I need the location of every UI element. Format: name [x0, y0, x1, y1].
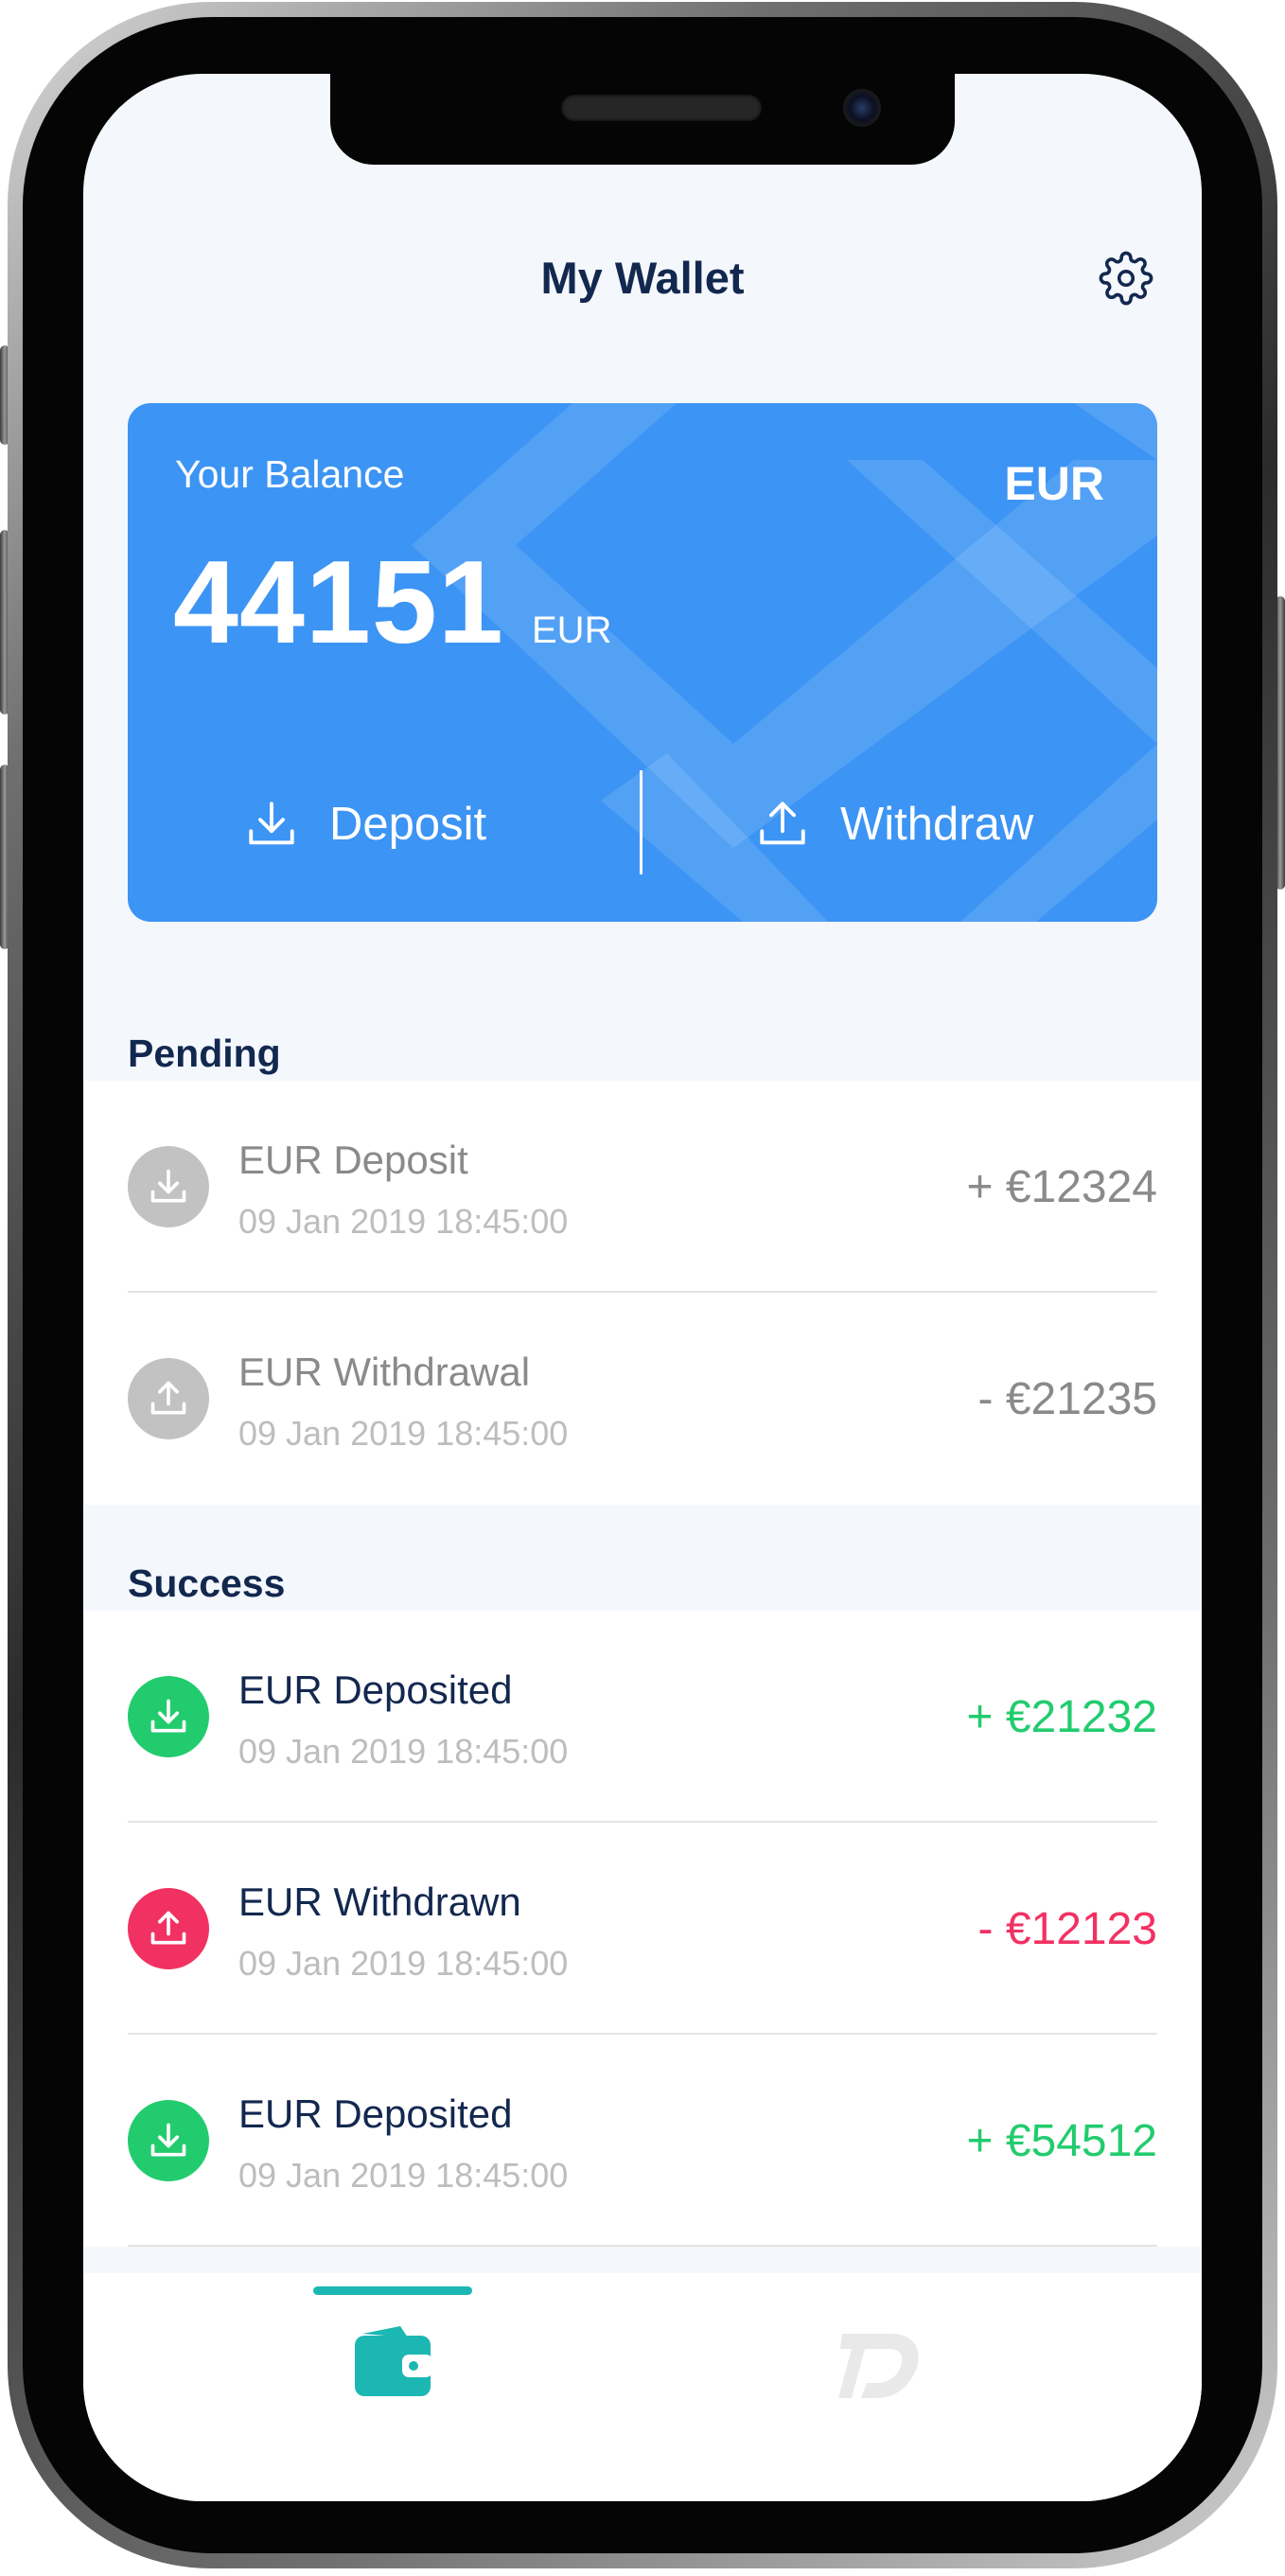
deposit-button[interactable]: Deposit	[244, 791, 486, 857]
transaction-date: 09 Jan 2019 18:45:00	[238, 1944, 569, 1983]
nav-tab-td[interactable]	[838, 2328, 920, 2402]
transaction-date: 09 Jan 2019 18:45:00	[238, 1732, 569, 1771]
page-title: My Wallet	[540, 253, 745, 303]
transaction-amount: + €54512	[966, 2116, 1157, 2166]
pending-list: EUR Deposit 09 Jan 2019 18:45:00 + €1232…	[83, 1081, 1202, 1505]
transaction-row[interactable]: EUR Deposit 09 Jan 2019 18:45:00 + €1232…	[83, 1081, 1202, 1293]
balance-card: Your Balance EUR 44151 EUR Deposit Withd…	[128, 403, 1157, 922]
transaction-title: EUR Withdrawn	[238, 1879, 521, 1924]
transaction-row[interactable]: EUR Withdrawal 09 Jan 2019 18:45:00 - €2…	[83, 1293, 1202, 1505]
upload-icon	[760, 802, 805, 845]
transaction-icon-badge	[128, 1358, 209, 1439]
wallet-icon	[355, 2326, 432, 2396]
success-list: EUR Deposited 09 Jan 2019 18:45:00 + €21…	[83, 1611, 1202, 2247]
transaction-date: 09 Jan 2019 18:45:00	[238, 1202, 569, 1241]
transaction-date: 09 Jan 2019 18:45:00	[238, 1414, 569, 1453]
transaction-icon-badge	[128, 1676, 209, 1757]
transaction-icon-badge	[128, 1888, 209, 1969]
upload-icon	[150, 1381, 186, 1415]
card-divider	[640, 770, 642, 874]
transaction-row[interactable]: EUR Withdrawn 09 Jan 2019 18:45:00 - €12…	[83, 1823, 1202, 2035]
transaction-title: EUR Deposited	[238, 2091, 513, 2136]
balance-unit: EUR	[532, 609, 612, 651]
upload-icon	[150, 1911, 186, 1945]
front-camera	[843, 89, 881, 127]
settings-button[interactable]	[1099, 251, 1153, 306]
section-heading-success: Success	[128, 1561, 286, 1605]
transaction-title: EUR Withdrawal	[238, 1350, 531, 1394]
transaction-icon-badge	[128, 2100, 209, 2181]
transaction-row[interactable]: EUR Deposited 09 Jan 2019 18:45:00 + €54…	[83, 2035, 1202, 2247]
download-icon	[150, 1699, 186, 1733]
td-logo-icon	[838, 2334, 919, 2398]
withdraw-label: Withdraw	[840, 799, 1034, 850]
currency-selector[interactable]: EUR	[1004, 456, 1104, 511]
balance-label: Your Balance	[175, 452, 405, 496]
transaction-date: 09 Jan 2019 18:45:00	[238, 2156, 569, 2195]
active-tab-indicator	[313, 2286, 472, 2295]
app-screen: My Wallet Your Balance EUR 44151 EUR Dep…	[83, 74, 1202, 2501]
transaction-amount: - €12123	[977, 1904, 1158, 1954]
transaction-title: EUR Deposit	[238, 1138, 468, 1182]
download-icon	[150, 2123, 186, 2157]
download-icon	[150, 1169, 186, 1203]
transaction-amount: - €21235	[977, 1374, 1158, 1424]
notch	[330, 74, 955, 165]
transaction-title: EUR Deposited	[238, 1667, 513, 1712]
transaction-amount: + €21232	[966, 1692, 1157, 1742]
withdraw-button[interactable]: Withdraw	[755, 791, 1033, 857]
row-divider	[128, 2245, 1157, 2247]
bottom-nav	[83, 2273, 1202, 2501]
transaction-icon-badge	[128, 1146, 209, 1227]
download-icon	[249, 802, 294, 845]
transaction-row[interactable]: EUR Deposited 09 Jan 2019 18:45:00 + €21…	[83, 1611, 1202, 1823]
gear-icon	[1099, 251, 1153, 306]
speaker-grille	[561, 95, 762, 121]
transaction-amount: + €12324	[966, 1162, 1157, 1212]
section-heading-pending: Pending	[128, 1032, 281, 1075]
nav-tab-wallet[interactable]	[353, 2324, 432, 2398]
balance-amount: 44151	[173, 538, 504, 668]
deposit-label: Deposit	[329, 799, 487, 850]
